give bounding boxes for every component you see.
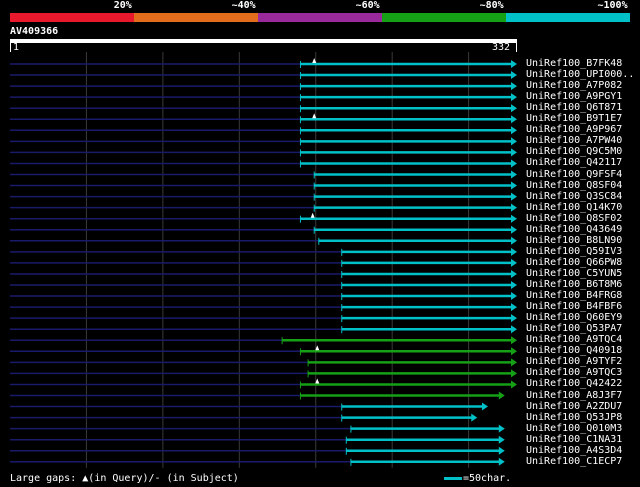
hit-label[interactable]: UniRef100_B4FRG8 (526, 290, 622, 301)
gaps-query: (in Query)/ (88, 473, 155, 484)
hit-label[interactable]: UniRef100_Q66PW8 (526, 257, 622, 268)
hit-label[interactable]: UniRef100_Q9FSF4 (526, 169, 622, 180)
hit-arrow (511, 104, 517, 113)
hit-arrow (511, 126, 517, 135)
hit-row (10, 457, 505, 466)
hit-label[interactable]: UniRef100_Q43649 (526, 224, 622, 235)
hit-label[interactable]: UniRef100_Q8SF04 (526, 180, 622, 191)
hit-label[interactable]: UniRef100_Q9C5M0 (526, 146, 622, 157)
hit-arrow (511, 71, 517, 80)
hit-row (10, 446, 505, 455)
hit-arrow (511, 192, 517, 201)
hit-arrow (498, 424, 505, 433)
hit-arrow (471, 413, 478, 422)
hit-row (10, 391, 505, 400)
hit-row (10, 435, 505, 444)
hit-arrow (511, 369, 517, 378)
scale-label: ~100% (597, 0, 628, 11)
hit-arrow (511, 115, 517, 124)
hit-label[interactable]: UniRef100_Q8SF02 (526, 213, 622, 224)
hit-arrow (511, 336, 517, 345)
hit-row (10, 413, 478, 422)
hit-label[interactable]: UniRef100_C1ECP7 (526, 456, 622, 467)
scale-label: ~60% (355, 0, 380, 11)
hit-arrow (511, 269, 517, 278)
footer-gaps-legend: Large gaps: ▲(in Query)/- (in Subject) (10, 473, 239, 485)
hit-arrow (481, 402, 488, 411)
hit-label[interactable]: UniRef100_A9P967 (526, 124, 622, 135)
hit-arrow (511, 292, 517, 301)
hit-label[interactable]: UniRef100_C1NA31 (526, 434, 622, 445)
gaps-prefix: Large gaps: (10, 473, 77, 484)
hit-arrow (498, 457, 505, 466)
gaps-subject: (in Subject) (160, 473, 239, 484)
hit-label[interactable]: UniRef100_Q6T871 (526, 102, 622, 113)
hit-arrow (511, 82, 517, 91)
hit-arrow (511, 203, 517, 212)
hit-label[interactable]: UniRef100_A4S3D4 (526, 445, 622, 456)
hit-arrow (511, 325, 517, 334)
hit-label[interactable]: UniRef100_B9T1E7 (526, 113, 622, 124)
hit-label[interactable]: UniRef100_A7PW40 (526, 135, 622, 146)
hit-label[interactable]: UniRef100_A9TQC3 (526, 367, 622, 378)
hit-arrow (511, 214, 517, 223)
hit-arrow (511, 170, 517, 179)
hit-arrow (511, 93, 517, 102)
scale-label: ~40% (231, 0, 256, 11)
hit-label[interactable]: UniRef100_Q42422 (526, 378, 622, 389)
hit-arrow (511, 137, 517, 146)
hit-arrow (511, 181, 517, 190)
hit-arrow (511, 236, 517, 245)
hit-arrow (511, 358, 517, 367)
hit-arrow (511, 303, 517, 312)
hit-label[interactable]: UniRef100_UPI000.. (526, 69, 634, 80)
hit-label[interactable]: UniRef100_Q42117 (526, 157, 622, 168)
hit-arrow (498, 391, 505, 400)
hit-arrow (511, 347, 517, 356)
hit-arrow (511, 258, 517, 267)
hit-label[interactable]: UniRef100_A9TQC4 (526, 334, 622, 345)
hit-label[interactable]: UniRef100_A8J3F7 (526, 390, 622, 401)
hit-label[interactable]: UniRef100_Q53PA7 (526, 323, 622, 334)
hit-arrow (498, 435, 505, 444)
scale-swatch (444, 476, 462, 480)
hit-row (10, 424, 505, 433)
scale-legend-text: =50char. (463, 473, 512, 484)
hit-label[interactable]: UniRef100_Q60EY9 (526, 312, 622, 323)
hit-label[interactable]: UniRef100_B8LN90 (526, 235, 622, 246)
hit-label[interactable]: UniRef100_Q53JP8 (526, 412, 622, 423)
hit-label[interactable]: UniRef100_B6T8M6 (526, 279, 622, 290)
hit-arrow (498, 446, 505, 455)
footer-scale-legend: =50char. (444, 473, 511, 485)
hit-arrow (511, 247, 517, 256)
hit-label[interactable]: UniRef100_Q14K70 (526, 202, 622, 213)
hit-arrow (511, 225, 517, 234)
hit-arrow (511, 60, 517, 68)
scale-label: 20% (113, 0, 132, 11)
hit-row (10, 402, 488, 411)
hit-label[interactable]: UniRef100_Q010M3 (526, 423, 622, 434)
hit-label[interactable]: UniRef100_A9PGY1 (526, 91, 622, 102)
hit-label[interactable]: UniRef100_Q3SC84 (526, 191, 622, 202)
hit-arrow (511, 159, 517, 168)
hit-arrow (511, 281, 517, 289)
hit-arrow (511, 148, 517, 157)
hit-arrow (511, 314, 517, 323)
hit-label[interactable]: UniRef100_C5YUN5 (526, 268, 622, 279)
hit-label[interactable]: UniRef100_Q59IV3 (526, 246, 622, 257)
query-gap-marker (310, 212, 315, 218)
hit-label[interactable]: UniRef100_A2ZDU7 (526, 401, 622, 412)
hit-label[interactable]: UniRef100_A7P082 (526, 80, 622, 91)
hit-label[interactable]: UniRef100_A9TYF2 (526, 356, 622, 367)
scale-label: ~80% (479, 0, 504, 11)
hit-label[interactable]: UniRef100_Q40918 (526, 345, 622, 356)
hit-arrow (511, 380, 517, 389)
hit-label[interactable]: UniRef100_B7FK48 (526, 58, 622, 69)
hit-label[interactable]: UniRef100_B4FBF6 (526, 301, 622, 312)
